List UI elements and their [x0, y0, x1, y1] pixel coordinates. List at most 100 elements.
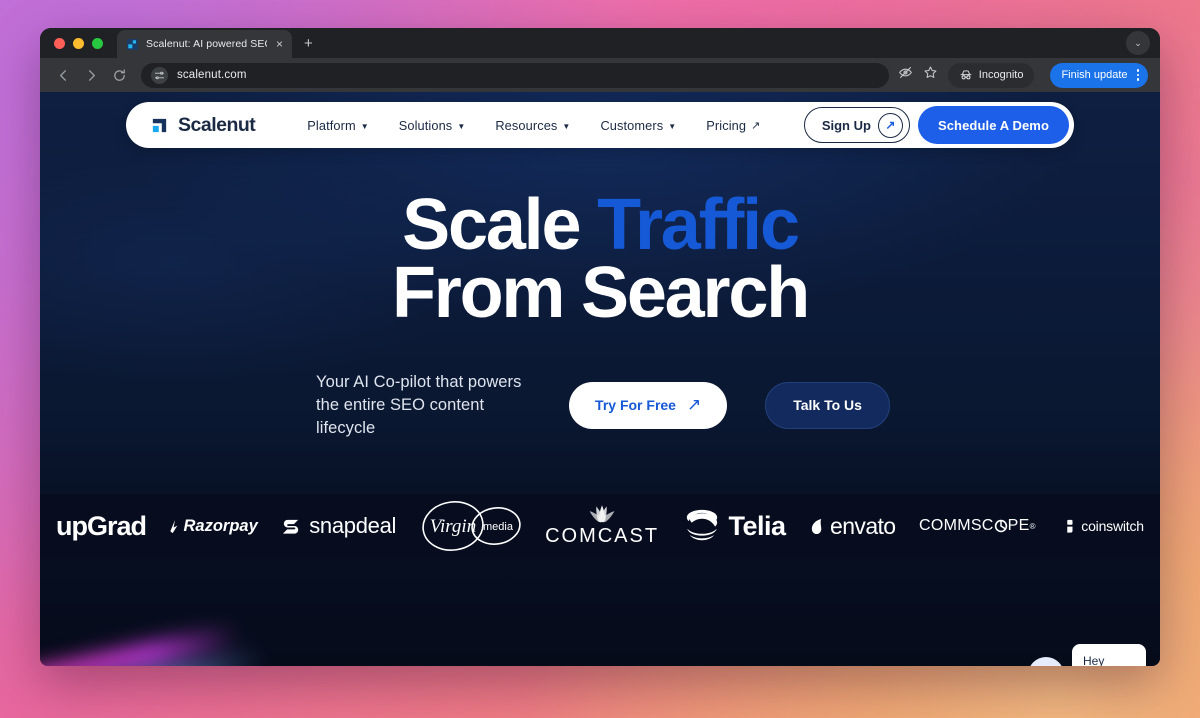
nav-cta-group: Sign Up ↗ Schedule A Demo — [803, 106, 1069, 144]
forward-button[interactable] — [78, 62, 104, 88]
minimize-window-button[interactable] — [73, 38, 84, 49]
comcast-peacock-icon — [589, 504, 615, 522]
registered-mark: ® — [1029, 521, 1036, 531]
site-nav: Scalenut Platform ▼ Solutions ▼ Resource… — [126, 102, 1074, 148]
chat-widget-greeting: Hey There! — [1028, 644, 1146, 666]
nav-links: Platform ▼ Solutions ▼ Resources ▼ Custo… — [307, 118, 760, 133]
snapdeal-mark-icon — [283, 519, 299, 534]
schedule-demo-label: Schedule A Demo — [937, 117, 1049, 133]
site-settings-tune-icon[interactable] — [151, 66, 168, 84]
logo-telia: Telia — [683, 508, 786, 544]
logo-snapdeal: snapdeal — [281, 513, 396, 539]
commscope-o-icon — [994, 519, 1007, 533]
logo-upgrad: upGrad — [56, 510, 147, 541]
svg-text:media: media — [483, 521, 514, 533]
incognito-indicator[interactable]: Incognito — [947, 62, 1035, 88]
hero-headline: Scale Traffic From Search — [40, 189, 1160, 333]
finish-update-button[interactable]: Finish update — [1050, 62, 1148, 88]
logo-envato: envato — [809, 512, 896, 540]
chevron-down-icon: ▼ — [562, 121, 571, 131]
brand-name: Scalenut — [178, 113, 256, 136]
maximize-window-button[interactable] — [92, 38, 103, 49]
incognito-hat-icon — [960, 70, 972, 80]
window-traffic-lights — [54, 38, 117, 58]
nav-item-solutions[interactable]: Solutions ▼ — [399, 118, 466, 133]
razorpay-mark-icon — [170, 519, 178, 533]
logo-coinswitch: coinswitch — [1059, 518, 1144, 534]
client-logo-strip: upGrad Razorpay snapdeal Virgin media CO… — [40, 494, 1160, 558]
eye-off-icon[interactable] — [898, 65, 913, 85]
logo-comcast: COMCAST — [545, 504, 659, 548]
svg-text:Virgin: Virgin — [429, 516, 475, 537]
telia-mark-icon — [686, 509, 717, 541]
sign-up-label: Sign Up — [821, 117, 871, 133]
envato-mark-icon — [811, 518, 822, 534]
nav-item-pricing-label: Pricing — [706, 117, 747, 133]
nav-item-pricing[interactable]: Pricing ↗ — [706, 118, 760, 133]
reload-button[interactable] — [106, 62, 132, 88]
brand-logo[interactable]: Scalenut — [150, 113, 256, 137]
browser-tab[interactable]: Scalenut: AI powered SEO an × — [117, 30, 292, 58]
back-button[interactable] — [50, 62, 76, 88]
hero-section: Scale Traffic From Search Your AI Co-pil… — [40, 148, 1160, 440]
product-preview-section: Hey There! — [40, 558, 1160, 666]
arrow-up-right-icon: ↗ — [686, 395, 702, 415]
logo-commscope-label: COMMSC — [918, 517, 994, 534]
logo-envato-label: envato — [830, 512, 896, 539]
browser-window: Scalenut: AI powered SEO an × + ⌄ — [40, 28, 1160, 666]
avatar — [1028, 657, 1064, 666]
virgin-media-mark-icon: Virgin media — [421, 501, 521, 551]
talk-to-us-button[interactable]: Talk To Us — [765, 381, 890, 429]
decorative-light-streak — [40, 603, 289, 666]
chevron-down-icon: ▼ — [360, 121, 369, 131]
logo-commscope-tail: PE — [1007, 517, 1030, 534]
toolbar-actions: Incognito Finish update — [898, 62, 1152, 88]
new-tab-button[interactable]: + — [304, 36, 313, 58]
nav-item-platform[interactable]: Platform ▼ — [307, 118, 368, 133]
hero-headline-line2: From Search — [392, 252, 810, 333]
scalenut-logo-icon — [150, 116, 169, 135]
close-tab-icon[interactable]: × — [274, 36, 285, 52]
chevron-down-icon[interactable]: ⌄ — [1126, 31, 1150, 55]
nav-item-resources[interactable]: Resources ▼ — [495, 118, 570, 133]
logo-coinswitch-label: coinswitch — [1081, 518, 1144, 534]
nav-item-customers-label: Customers — [600, 117, 664, 133]
schedule-demo-button[interactable]: Schedule A Demo — [917, 106, 1069, 144]
web-page: Scalenut Platform ▼ Solutions ▼ Resource… — [40, 92, 1160, 666]
hero-subrow: Your AI Co-pilot that powers the entire … — [40, 371, 1160, 439]
tab-title: Scalenut: AI powered SEO an — [146, 38, 267, 50]
hero-subtext: Your AI Co-pilot that powers the entire … — [316, 373, 522, 437]
arrow-up-right-icon: ↗ — [751, 119, 761, 132]
try-for-free-button[interactable]: Try For Free ↗ — [569, 381, 728, 429]
nav-item-customers[interactable]: Customers ▼ — [600, 118, 676, 133]
kebab-menu-icon[interactable] — [1134, 69, 1143, 81]
address-bar-url: scalenut.com — [177, 69, 247, 81]
close-window-button[interactable] — [54, 38, 65, 49]
try-for-free-label: Try For Free — [595, 397, 676, 414]
address-bar[interactable]: scalenut.com — [141, 62, 889, 88]
logo-snapdeal-label: snapdeal — [309, 513, 397, 538]
logo-razorpay-label: Razorpay — [183, 516, 258, 535]
logo-razorpay: Razorpay — [169, 516, 258, 536]
logo-telia-label: Telia — [728, 510, 787, 541]
chevron-down-icon: ▼ — [457, 121, 466, 131]
arrow-up-right-icon: ↗ — [877, 112, 903, 138]
logo-virgin-media: Virgin media — [420, 499, 522, 553]
nav-item-platform-label: Platform — [307, 117, 356, 133]
star-icon[interactable] — [923, 65, 938, 85]
hero-headline-line1: Scale Traffic — [40, 189, 1160, 261]
sign-up-button[interactable]: Sign Up ↗ — [803, 107, 910, 143]
talk-to-us-label: Talk To Us — [793, 397, 862, 414]
chat-greeting-bubble[interactable]: Hey There! — [1072, 644, 1146, 666]
incognito-label: Incognito — [978, 69, 1024, 81]
browser-toolbar: scalenut.com Incognito Finish update — [40, 58, 1160, 92]
finish-update-label: Finish update — [1061, 69, 1128, 81]
chevron-down-icon: ▼ — [668, 121, 677, 131]
user-avatar-icon — [1035, 664, 1057, 666]
coinswitch-mark-icon — [1060, 519, 1073, 533]
logo-commscope: COMMSC PE ® — [919, 517, 1036, 535]
nav-item-resources-label: Resources — [495, 117, 558, 133]
scalenut-favicon-icon — [126, 38, 139, 51]
tab-strip: Scalenut: AI powered SEO an × + ⌄ — [40, 28, 1160, 58]
nav-item-solutions-label: Solutions — [398, 117, 453, 133]
